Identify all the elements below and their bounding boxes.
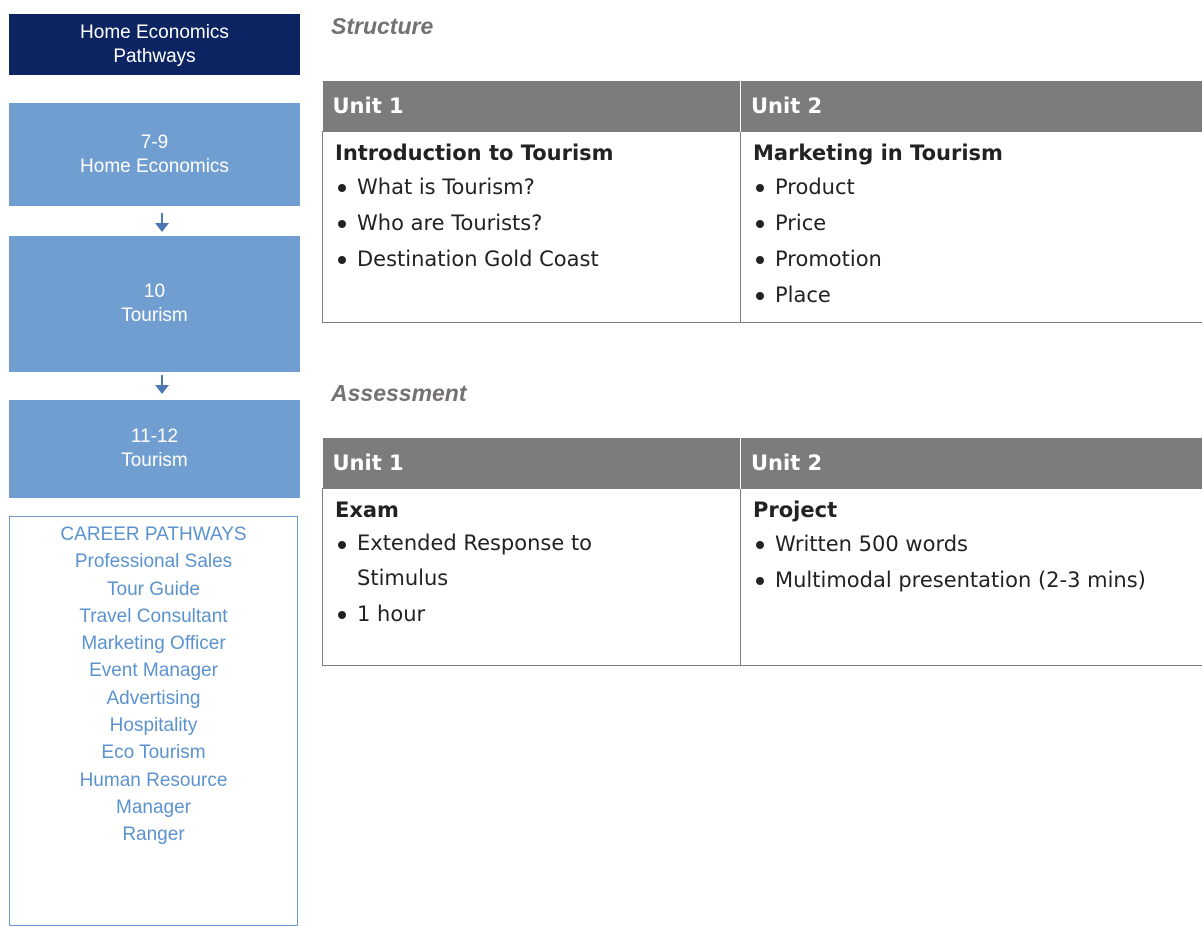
list-item: Product xyxy=(753,169,1202,205)
unit2-bullet-list: Product Price Promotion Place xyxy=(753,169,1202,313)
unit2-heading: Marketing in Tourism xyxy=(753,138,1202,169)
list-item: Multimodal presentation (2-3 mins) xyxy=(753,562,1202,598)
down-arrow-icon xyxy=(155,375,169,395)
stage-10: 10 Tourism xyxy=(9,236,300,372)
career-item: Advertising xyxy=(10,685,297,712)
career-item: Event Manager xyxy=(10,657,297,684)
list-item: Price xyxy=(753,205,1202,241)
career-item: Tour Guide xyxy=(10,576,297,603)
unit1-heading: Introduction to Tourism xyxy=(335,138,740,169)
table-row: Introduction to Tourism What is Tourism?… xyxy=(323,132,1202,323)
unit1-cell: Introduction to Tourism What is Tourism?… xyxy=(323,132,741,323)
pathway-header: Home Economics Pathways xyxy=(9,14,300,75)
stage-subject: Home Economics xyxy=(80,155,229,179)
assessment-table: Unit 1 Unit 2 Exam Extended Response to … xyxy=(322,438,1202,666)
career-item: Ranger xyxy=(10,821,297,848)
career-pathways-box: CAREER PATHWAYS Professional Sales Tour … xyxy=(9,516,298,926)
unit1-bullet-list: What is Tourism? Who are Tourists? Desti… xyxy=(335,169,740,277)
list-item: Place xyxy=(753,277,1202,313)
structure-title: Structure xyxy=(331,13,433,40)
list-item: Written 500 words xyxy=(753,526,1202,562)
career-item: Eco Tourism xyxy=(10,739,297,766)
stage-11-12: 11-12 Tourism xyxy=(9,400,300,498)
stage-year: 10 xyxy=(144,280,165,304)
pathway-header-line1: Home Economics xyxy=(80,21,229,45)
list-item: What is Tourism? xyxy=(335,169,740,205)
pathway-header-line2: Pathways xyxy=(113,45,195,69)
assessment-title: Assessment xyxy=(331,380,467,407)
unit1-heading: Exam xyxy=(335,495,740,526)
list-item: 1 hour xyxy=(335,596,665,632)
career-item: Marketing Officer xyxy=(10,630,297,657)
structure-table: Unit 1 Unit 2 Introduction to Tourism Wh… xyxy=(322,81,1202,323)
table-row: Exam Extended Response to Stimulus 1 hou… xyxy=(323,489,1202,666)
unit2-header: Unit 2 xyxy=(741,81,1202,132)
stage-subject: Tourism xyxy=(121,304,188,328)
list-item: Who are Tourists? xyxy=(335,205,740,241)
unit1-header: Unit 1 xyxy=(323,81,741,132)
down-arrow-icon xyxy=(155,213,169,233)
unit1-header: Unit 1 xyxy=(323,438,741,489)
unit2-cell: Project Written 500 words Multimodal pre… xyxy=(741,489,1202,666)
career-pathways-title: CAREER PATHWAYS xyxy=(10,521,297,548)
list-item: Promotion xyxy=(753,241,1202,277)
unit2-cell: Marketing in Tourism Product Price Promo… xyxy=(741,132,1202,323)
stage-year: 7-9 xyxy=(141,131,168,155)
stage-year: 11-12 xyxy=(131,425,178,449)
table-header-row: Unit 1 Unit 2 xyxy=(323,81,1202,132)
unit2-header: Unit 2 xyxy=(741,438,1202,489)
career-item: Manager xyxy=(10,794,297,821)
career-item: Hospitality xyxy=(10,712,297,739)
list-item: Extended Response to Stimulus xyxy=(335,526,665,596)
table-header-row: Unit 1 Unit 2 xyxy=(323,438,1202,489)
career-item: Human Resource xyxy=(10,767,297,794)
career-item: Professional Sales xyxy=(10,548,297,575)
unit2-heading: Project xyxy=(753,495,1202,526)
list-item: Destination Gold Coast xyxy=(335,241,740,277)
unit1-bullet-list: Extended Response to Stimulus 1 hour xyxy=(335,526,665,632)
stage-7-9: 7-9 Home Economics xyxy=(9,103,300,206)
unit1-cell: Exam Extended Response to Stimulus 1 hou… xyxy=(323,489,741,666)
unit2-bullet-list: Written 500 words Multimodal presentatio… xyxy=(753,526,1202,598)
stage-subject: Tourism xyxy=(121,449,188,473)
career-item: Travel Consultant xyxy=(10,603,297,630)
